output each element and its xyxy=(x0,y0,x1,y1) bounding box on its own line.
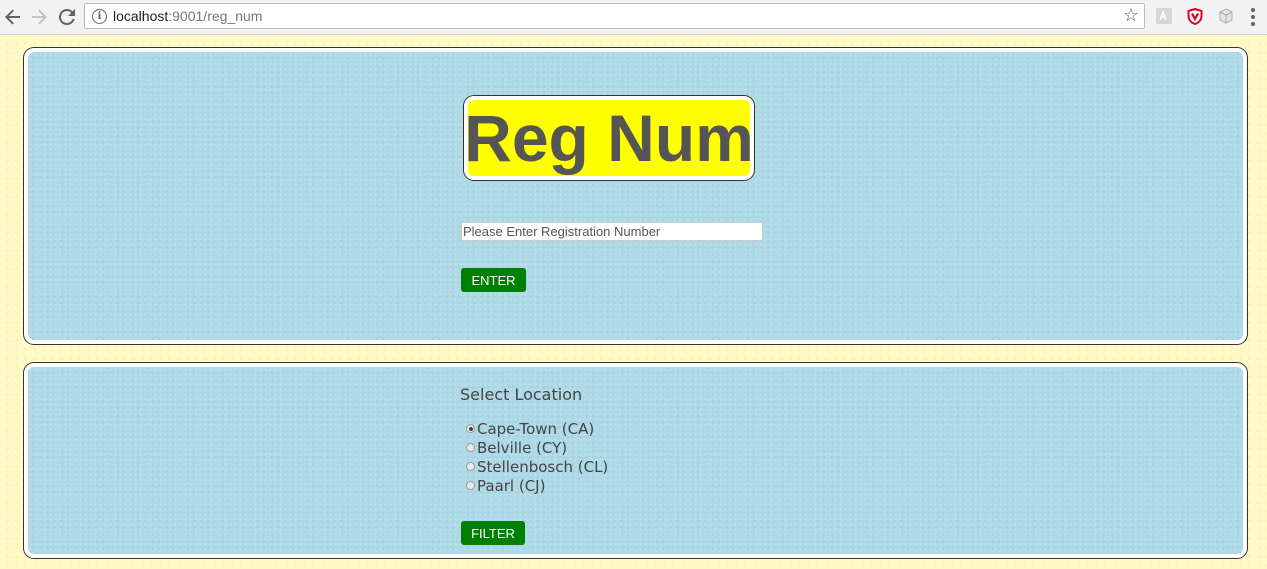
radio-label[interactable]: Belville (CY) xyxy=(477,439,567,457)
location-option-cape-town[interactable]: Cape-Town (CA) xyxy=(466,419,608,438)
box-extension-icon[interactable] xyxy=(1218,8,1234,24)
info-icon[interactable]: i xyxy=(92,9,107,24)
reload-icon[interactable] xyxy=(56,6,78,28)
url-host: localhost xyxy=(113,8,169,24)
pdf-extension-icon[interactable] xyxy=(1156,8,1172,24)
location-option-paarl[interactable]: Paarl (CJ) xyxy=(466,476,608,495)
back-icon[interactable] xyxy=(2,6,24,28)
browser-toolbar: i localhost:9001/reg_num ☆ xyxy=(0,0,1267,35)
forward-icon[interactable] xyxy=(28,6,50,28)
url-path: :9001/reg_num xyxy=(168,8,263,24)
location-radio-group: Cape-Town (CA) Belville (CY) Stellenbosc… xyxy=(466,419,608,495)
location-heading: Select Location xyxy=(460,385,583,404)
star-icon[interactable]: ☆ xyxy=(1123,5,1139,26)
radio-label[interactable]: Stellenbosch (CL) xyxy=(477,458,608,476)
location-panel: Select Location Cape-Town (CA) Belville … xyxy=(24,363,1247,558)
registration-input[interactable] xyxy=(461,222,763,241)
menu-icon[interactable] xyxy=(1250,8,1256,26)
page-title: Reg Num xyxy=(464,101,754,175)
location-option-stellenbosch[interactable]: Stellenbosch (CL) xyxy=(466,457,608,476)
radio-button[interactable] xyxy=(466,443,475,452)
radio-button[interactable] xyxy=(466,424,475,433)
radio-label[interactable]: Paarl (CJ) xyxy=(477,477,545,495)
url-text[interactable]: localhost:9001/reg_num xyxy=(113,8,262,24)
enter-button[interactable]: ENTER xyxy=(461,268,526,292)
address-bar[interactable]: i localhost:9001/reg_num ☆ xyxy=(84,3,1145,29)
radio-button[interactable] xyxy=(466,481,475,490)
location-option-belville[interactable]: Belville (CY) xyxy=(466,438,608,457)
radio-button[interactable] xyxy=(466,462,475,471)
shield-extension-icon[interactable] xyxy=(1187,7,1203,25)
registration-panel: Reg Num ENTER xyxy=(24,48,1247,344)
title-banner: Reg Num xyxy=(464,96,754,180)
filter-button[interactable]: FILTER xyxy=(461,521,525,545)
radio-label[interactable]: Cape-Town (CA) xyxy=(477,420,594,438)
page-viewport: Reg Num ENTER Select Location Cape-Town … xyxy=(0,35,1267,569)
